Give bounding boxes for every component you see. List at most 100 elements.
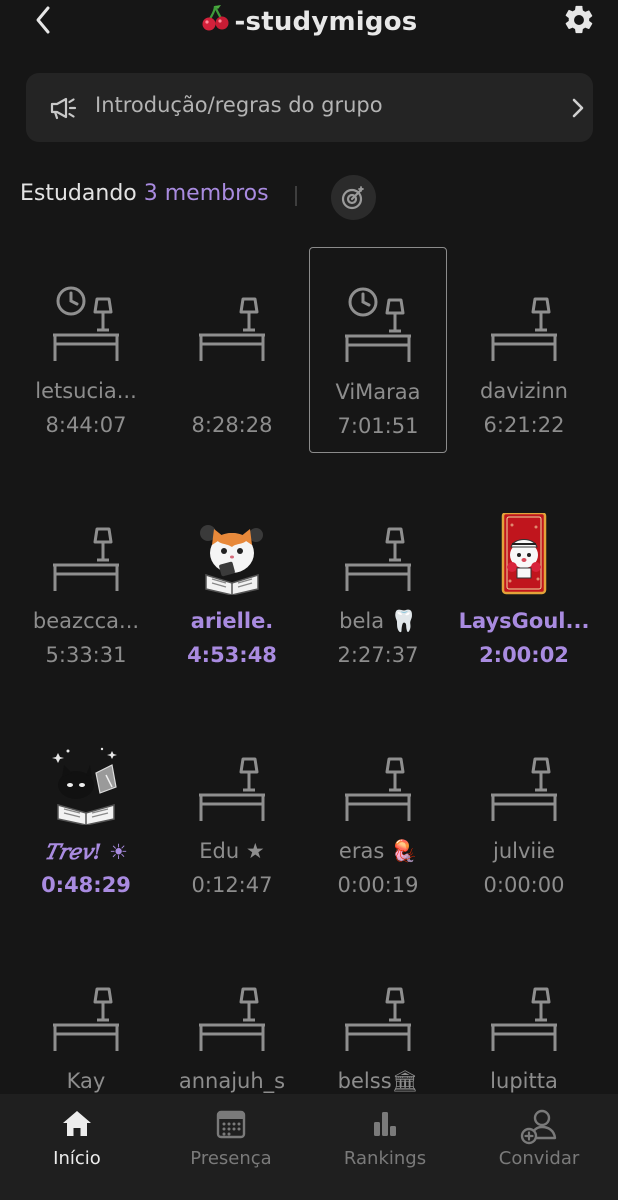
member-study-time: 0:12:47 [191,873,273,897]
member-study-time: 5:33:31 [45,643,127,667]
member-study-time: 6:21:22 [483,413,565,437]
member-card[interactable]: ViMaraa 7:01:51 [309,247,447,453]
desk-icon [199,987,265,1051]
member-study-time: 2:27:37 [337,643,419,667]
target-sparkle-icon [341,186,364,210]
member-avatar [455,283,593,365]
member-card[interactable]: julviie 0:00:00 [455,707,593,913]
desk-icon [345,527,411,591]
nav-label: Início [53,1148,101,1169]
group-rules-label: Introdução/regras do grupo [95,93,383,117]
bar-chart-icon [374,1112,396,1136]
member-card[interactable]: 8:28:28 [163,247,301,453]
member-study-time: 0:48:29 [41,873,131,897]
member-name: LaysGoul... [458,609,590,633]
home-icon [63,1111,91,1136]
nav-convidar[interactable]: Convidar [462,1094,616,1200]
member-name: ViMaraa [335,380,421,404]
desk-icon [53,987,119,1051]
member-name: julviie [493,839,555,863]
desk-icon [53,527,119,591]
group-title-text: -studymigos [234,7,418,37]
card-character-avatar [501,513,547,595]
member-name: Kay [66,1069,106,1093]
member-name: 𝑇𝑟𝑒𝑣! ☀ [44,839,128,864]
gear-icon [565,5,593,34]
focus-button[interactable] [331,175,376,220]
nav-label: Convidar [498,1148,580,1169]
add-user-icon [520,1109,557,1145]
nav-inicio[interactable]: Início [0,1094,154,1200]
chevron-right-icon [571,97,585,123]
member-name: bela 🦷 [339,609,417,633]
member-card[interactable]: 𝑇𝑟𝑒𝑣! ☀ 0:48:29 [17,707,155,913]
member-avatar [17,513,155,595]
member-avatar [17,743,155,825]
divider [295,186,297,206]
member-avatar [309,743,447,825]
nav-label: Presença [190,1148,272,1169]
desk-icon [199,297,265,361]
member-card[interactable]: Edu ★ 0:12:47 [163,707,301,913]
cherry-icon [201,4,231,39]
member-card[interactable]: beazcca... 5:33:31 [17,477,155,683]
calendar-icon [216,1110,246,1139]
member-avatar [17,283,155,365]
member-study-time: 4:53:48 [187,643,277,667]
member-card[interactable]: letsucia... 8:44:07 [17,247,155,453]
member-avatar [455,973,593,1055]
group-title: -studymigos [0,4,618,39]
desk-icon [491,987,557,1051]
member-avatar [163,513,301,595]
member-name: Edu ★ [199,839,265,863]
nav-rankings[interactable]: Rankings [308,1094,462,1200]
member-study-time: 8:44:07 [45,413,127,437]
desk-icon [491,757,557,821]
member-name: letsucia... [35,379,137,403]
nav-label: Rankings [343,1148,427,1169]
member-study-time: 2:00:02 [479,643,569,667]
member-avatar [455,743,593,825]
member-name: davizinn [480,379,568,403]
member-avatar [309,973,447,1055]
member-avatar [163,283,301,365]
member-card[interactable]: eras 🪼 0:00:19 [309,707,447,913]
member-study-time: 0:00:19 [337,873,419,897]
member-avatar [455,513,593,595]
member-name: lupitta [490,1069,558,1093]
bottom-navigation: Início Presença Rankings Convidar [0,1094,618,1200]
desk-icon [345,987,411,1051]
member-study-time: 8:28:28 [191,413,273,437]
desk-icon [345,757,411,821]
dark-cat-reading-avatar [52,747,117,825]
group-rules-bar[interactable]: Introdução/regras do grupo [26,73,593,142]
member-name: belss🏛 [337,1069,419,1093]
studying-count[interactable]: 3 membros [144,181,269,206]
member-study-time: 0:00:00 [483,873,565,897]
member-card[interactable]: LaysGoul... 2:00:02 [455,477,593,683]
member-name: eras 🪼 [338,839,418,863]
studying-label: Estudando [20,181,137,206]
studying-summary: Estudando 3 membros [20,181,269,206]
member-avatar [310,284,446,366]
member-study-time: 7:01:51 [337,414,419,438]
member-name: beazcca... [32,609,140,633]
desk-clock-icon [53,286,119,361]
settings-button[interactable] [562,3,596,37]
member-name: annajuh_s [178,1069,286,1093]
member-card[interactable]: bela 🦷 2:27:37 [309,477,447,683]
nav-presenca[interactable]: Presença [154,1094,308,1200]
member-avatar [309,513,447,595]
desk-clock-icon [345,287,411,362]
top-bar: -studymigos [0,0,618,44]
member-avatar [17,973,155,1055]
member-avatar [163,973,301,1055]
member-avatar [163,743,301,825]
desk-icon [199,757,265,821]
desk-icon [491,297,557,361]
member-card[interactable]: davizinn 6:21:22 [455,247,593,453]
member-name: arielle. [190,609,274,633]
cat-reading-avatar [200,525,263,595]
megaphone-icon [48,95,78,125]
member-card[interactable]: arielle. 4:53:48 [163,477,301,683]
